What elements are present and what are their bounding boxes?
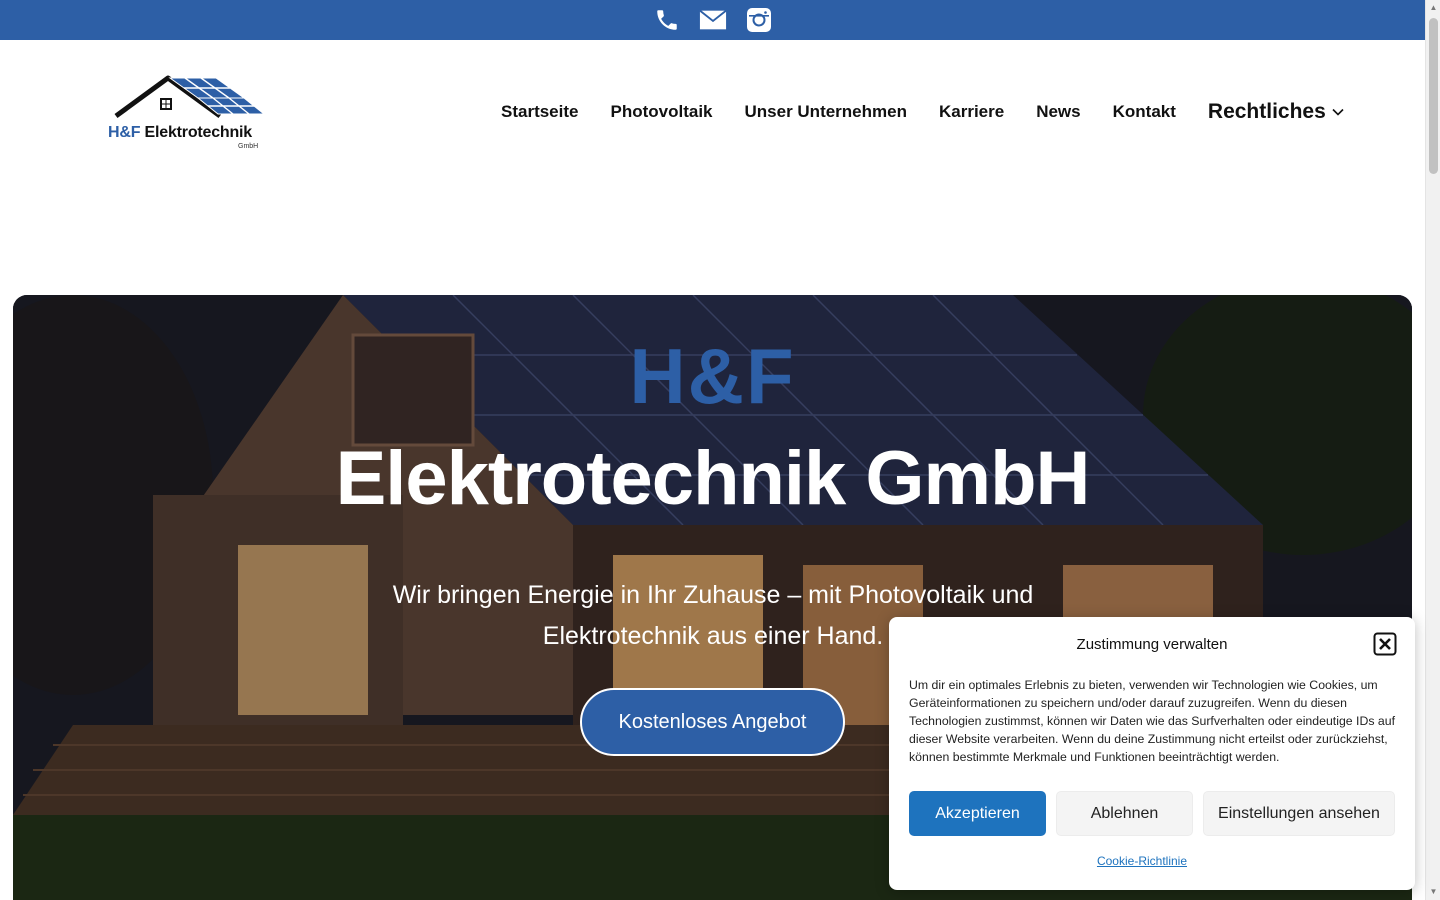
accept-cookies-button[interactable]: Akzeptieren [909, 791, 1046, 836]
nav-startseite[interactable]: Startseite [501, 102, 578, 122]
cookie-dialog-title: Zustimmung verwalten [1076, 636, 1228, 653]
logo-wordmark: H&F Elektrotechnik [108, 124, 253, 141]
nav-photovoltaik[interactable]: Photovoltaik [610, 102, 712, 122]
nav-news[interactable]: News [1036, 102, 1080, 122]
cookie-policy-link[interactable]: Cookie-Richtlinie [889, 854, 1395, 868]
page-scrollbar[interactable]: ▲ ▼ [1425, 0, 1440, 900]
site-logo[interactable]: H&F Elektrotechnik GmbH [106, 74, 274, 154]
scroll-down-icon[interactable]: ▼ [1429, 887, 1438, 896]
house-solar-logo-icon [114, 75, 266, 119]
logo-subtitle: GmbH [238, 143, 259, 150]
phone-icon[interactable] [653, 6, 681, 34]
scroll-up-icon[interactable]: ▲ [1429, 3, 1438, 12]
mail-icon[interactable] [698, 6, 727, 34]
hero-title: Elektrotechnik GmbH [335, 436, 1091, 521]
chevron-down-icon[interactable] [1332, 105, 1344, 119]
nav-karriere[interactable]: Karriere [939, 102, 1004, 122]
close-icon[interactable] [1373, 632, 1397, 656]
instagram-icon[interactable] [745, 6, 773, 34]
nav-rechtliches[interactable]: Rechtliches [1208, 100, 1326, 124]
nav-kontakt[interactable]: Kontakt [1113, 102, 1176, 122]
cookie-dialog-text: Um dir ein optimales Erlebnis zu bieten,… [909, 678, 1395, 764]
scroll-thumb[interactable] [1429, 18, 1438, 174]
site-header: H&F Elektrotechnik GmbH Startseite Photo… [0, 40, 1425, 190]
main-navigation: Startseite Photovoltaik Unser Unternehme… [501, 100, 1344, 124]
cookie-settings-button[interactable]: Einstellungen ansehen [1203, 791, 1395, 836]
nav-unser-unternehmen[interactable]: Unser Unternehmen [745, 102, 907, 122]
hero-brand: H&F [629, 332, 796, 420]
cookie-consent-dialog: Zustimmung verwalten Um dir ein optimale… [889, 617, 1415, 890]
top-contact-bar [0, 0, 1425, 40]
deny-cookies-button[interactable]: Ablehnen [1056, 791, 1193, 836]
free-quote-button[interactable]: Kostenloses Angebot [580, 688, 845, 756]
